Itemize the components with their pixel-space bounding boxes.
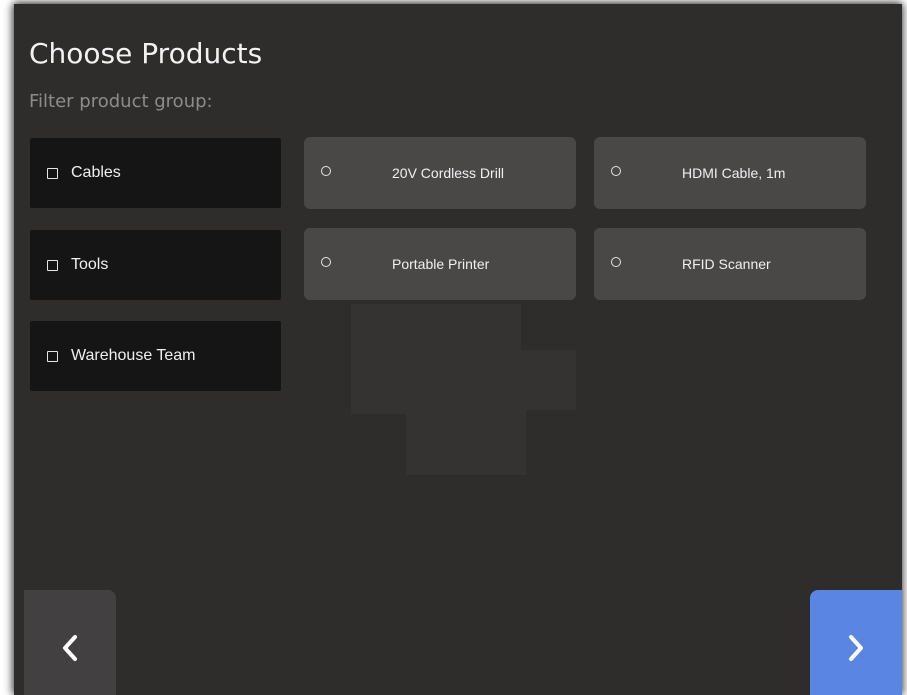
back-button[interactable] [24,590,116,695]
background-decoration [406,350,576,410]
radio-icon[interactable] [611,257,621,267]
filter-label: Tools [71,256,109,273]
filter-label: Warehouse Team [71,347,196,364]
filter-label: Cables [71,164,121,181]
filter-warehouse-team[interactable]: Warehouse Team [30,321,281,391]
product-label: HDMI Cable, 1m [682,165,786,181]
checkbox-icon[interactable] [47,167,58,179]
filter-tools[interactable]: Tools [30,230,281,300]
product-20v-cordless-drill[interactable]: 20V Cordless Drill [304,137,576,209]
filter-cables[interactable]: Cables [30,138,281,208]
radio-icon[interactable] [321,166,331,176]
checkbox-icon[interactable] [47,350,58,362]
radio-icon[interactable] [611,166,621,176]
background-decoration [406,410,526,475]
checkbox-icon[interactable] [47,259,58,271]
product-label: Portable Printer [392,256,490,272]
product-portable-printer[interactable]: Portable Printer [304,228,576,300]
filter-subtitle: Filter product group: [29,91,213,112]
product-hdmi-cable[interactable]: HDMI Cable, 1m [594,137,866,209]
choose-products-screen: Choose Products Filter product group: Ca… [14,4,902,695]
page-title: Choose Products [29,37,263,70]
product-rfid-scanner[interactable]: RFID Scanner [594,228,866,300]
radio-icon[interactable] [321,257,331,267]
chevron-left-icon [63,635,77,661]
product-label: RFID Scanner [682,256,771,272]
next-button[interactable] [810,590,902,695]
product-label: 20V Cordless Drill [392,165,505,181]
chevron-right-icon [849,635,863,661]
